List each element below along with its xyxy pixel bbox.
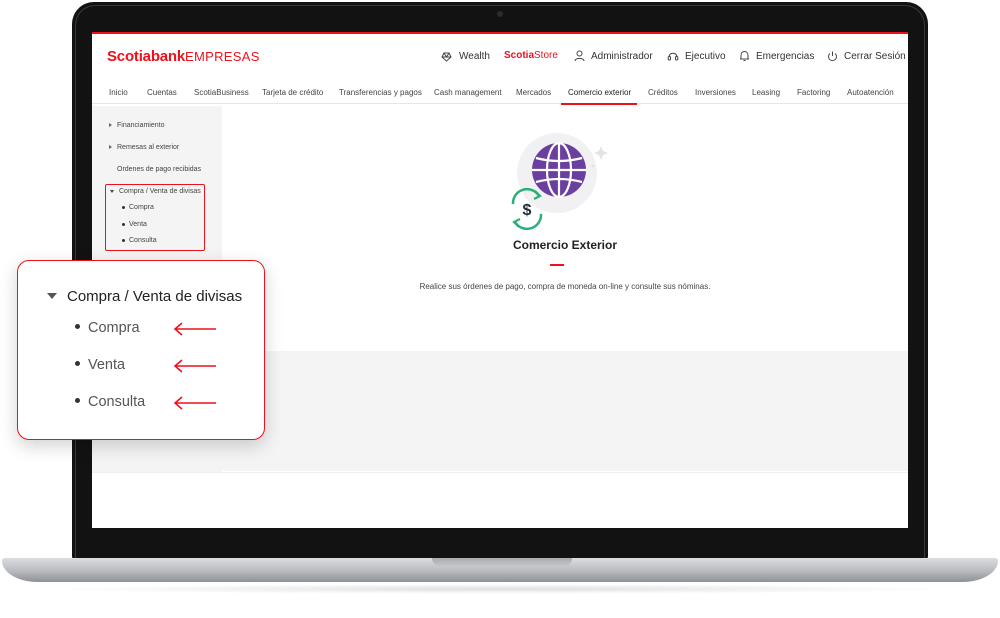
bell-icon [740,50,749,61]
wealth-icon [441,52,452,62]
nav-active-indicator [561,103,637,105]
bullet-icon [75,360,80,366]
sidebar-item-ordenes[interactable]: Ordenes de pago recibidas [117,166,201,173]
logout-link[interactable]: Cerrar Sesión [827,50,906,62]
bullet-icon [75,397,80,403]
zoom-callout: Compra / Venta de divisas Compra Venta C… [17,260,265,440]
logout-label: Cerrar Sesión [844,50,906,62]
page-description: Realice sus órdenes de pago, compra de m… [419,282,711,291]
nav-item-scotiabusiness[interactable]: ScotiaBusiness [194,88,249,97]
exec-link[interactable]: Ejecutivo [667,50,726,62]
main-nav: Inicio Cuentas ScotiaBusiness Tarjeta de… [92,82,908,104]
callout-item-label: Venta [88,357,126,373]
laptop-shadow [40,584,960,594]
arrow-left-icon [173,359,216,373]
page-bottom [92,472,908,528]
nav-item-comercio-exterior[interactable]: Comercio exterior [568,88,631,97]
caret-right-icon [109,145,112,150]
brand-name: Scotiabank [107,48,186,65]
headset-icon [667,52,679,61]
scotiastore-link[interactable]: ScotiaStore [504,50,558,61]
page-title: Comercio Exterior [512,238,618,252]
callout-item-venta[interactable]: Venta [75,357,125,373]
store-bold: Scotia [504,50,535,61]
sidebar-item-financiamiento[interactable]: Financiamiento [109,122,164,129]
callout-heading-label: Compra / Venta de divisas [67,288,243,305]
nav-item-mercados[interactable]: Mercados [516,88,551,97]
title-underline [550,264,564,266]
callout-item-compra[interactable]: Compra [75,320,140,336]
sidebar-item-remesas[interactable]: Remesas al exterior [109,144,179,151]
exec-label: Ejecutivo [685,50,726,62]
main-content: $ Comercio Exterior Realice sus órdenes … [222,106,908,351]
wealth-link[interactable]: Wealth [440,50,490,62]
nav-item-cash[interactable]: Cash management [434,88,502,97]
comercio-illustration: $ [511,133,608,231]
nav-item-tarjeta[interactable]: Tarjeta de crédito [262,88,323,97]
power-icon [828,51,837,62]
nav-item-autoatencion[interactable]: Autoatención [847,88,894,97]
nav-item-factoring[interactable]: Factoring [797,88,830,97]
wealth-label: Wealth [459,50,490,62]
admin-label: Administrador [591,50,653,62]
callout-item-label: Compra [88,320,140,336]
callout-item-label: Consulta [88,394,146,410]
sidebar-label: Remesas al exterior [117,144,180,151]
caret-down-icon [47,293,57,300]
content-footer-area [222,351,908,471]
nav-item-creditos[interactable]: Créditos [648,88,678,97]
globe-icon [532,141,586,199]
caret-right-icon [109,123,112,128]
sidebar-label: Ordenes de pago recibidas [117,166,202,173]
laptop-notch [432,558,572,567]
emergency-link[interactable]: Emergencias [739,50,814,62]
bullet-icon [75,323,80,329]
laptop-base [2,558,998,582]
nav-item-cuentas[interactable]: Cuentas [147,88,177,97]
brand-subname: EMPRESAS [185,49,260,64]
camera [497,11,503,17]
user-icon [574,50,585,62]
nav-item-inversiones[interactable]: Inversiones [695,88,736,97]
header: ScotiabankEMPRESAS Wealth ScotiaStore Ad… [92,34,908,80]
callout-item-consulta[interactable]: Consulta [75,394,145,410]
nav-item-transferencias[interactable]: Transferencias y pagos [339,88,422,97]
svg-text:$: $ [523,202,532,219]
arrow-left-icon [173,322,216,336]
arrow-left-icon [173,396,216,410]
callout-heading[interactable]: Compra / Venta de divisas [47,288,242,305]
store-rest: Store [534,50,558,61]
admin-link[interactable]: Administrador [574,50,653,62]
sidebar-label: Financiamiento [117,122,165,129]
brand-logo[interactable]: ScotiabankEMPRESAS [107,48,260,65]
emergency-label: Emergencias [756,50,815,62]
nav-item-leasing[interactable]: Leasing [752,88,780,97]
highlight-box [105,184,205,251]
nav-item-inicio[interactable]: Inicio [109,88,128,97]
